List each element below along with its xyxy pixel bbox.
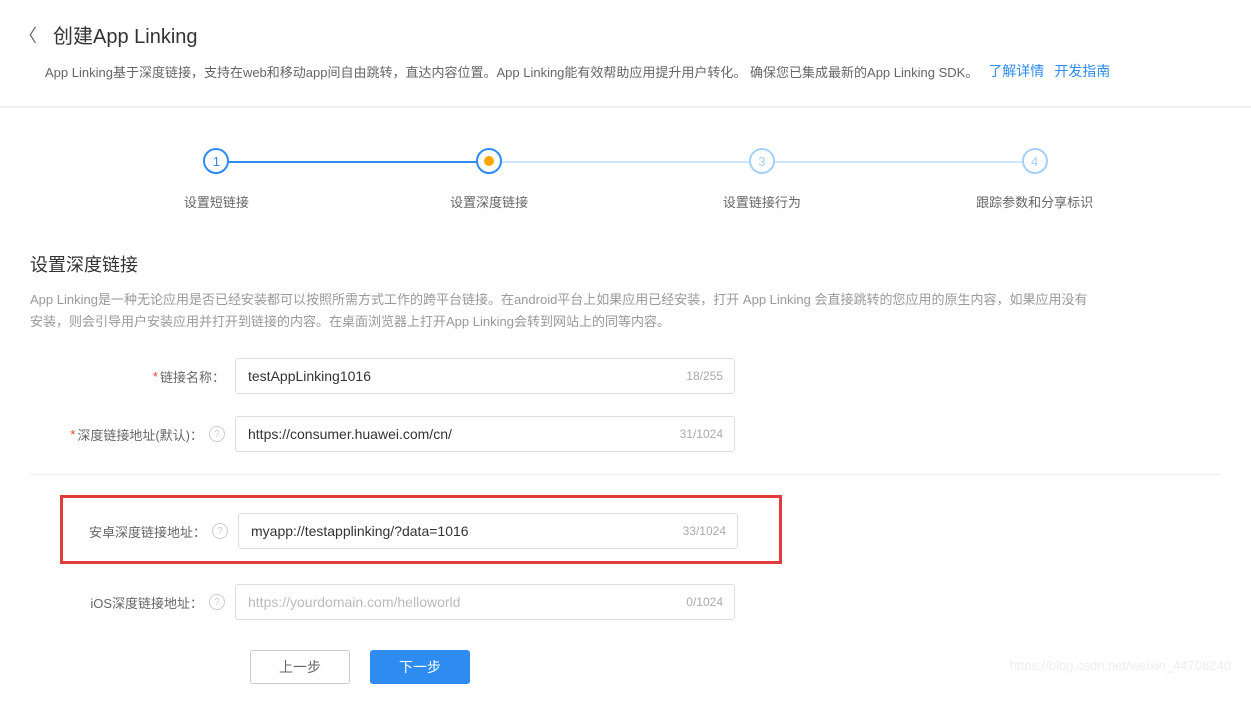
page-title: 创建App Linking xyxy=(53,20,198,49)
help-icon[interactable]: ? xyxy=(212,523,228,539)
link-name-label: 链接名称： xyxy=(160,367,225,386)
form-row-deep-link: * 深度链接地址(默认)： ? 31/1024 xyxy=(30,416,1221,452)
step-2-circle: 2 xyxy=(476,148,502,174)
step-indicator: 1 设置短链接 2 设置深度链接 3 设置链接行为 4 跟踪参数和分享标识 xyxy=(80,148,1171,211)
deep-link-count: 31/1024 xyxy=(680,427,723,441)
deep-link-label: 深度链接地址(默认)： xyxy=(77,425,203,444)
next-button[interactable]: 下一步 xyxy=(370,650,470,684)
required-icon: * xyxy=(153,369,158,384)
step-3-circle: 3 xyxy=(749,148,775,174)
step-1: 1 设置短链接 xyxy=(80,148,353,211)
divider xyxy=(30,474,1221,475)
step-4: 4 跟踪参数和分享标识 xyxy=(898,148,1171,211)
help-icon[interactable]: ? xyxy=(209,594,225,610)
highlight-box: 安卓深度链接地址： ? 33/1024 xyxy=(60,495,782,564)
form-row-link-name: * 链接名称： 18/255 xyxy=(30,358,1221,394)
ios-link-input[interactable] xyxy=(235,584,735,620)
step-1-label: 设置短链接 xyxy=(184,192,249,211)
android-link-label: 安卓深度链接地址： xyxy=(89,522,206,541)
section-description: App Linking是一种无论应用是否已经安装都可以按照所需方式工作的跨平台链… xyxy=(30,289,1221,333)
required-icon: * xyxy=(70,427,75,442)
link-name-input[interactable] xyxy=(235,358,735,394)
help-icon[interactable]: ? xyxy=(209,426,225,442)
section-title: 设置深度链接 xyxy=(30,251,1221,277)
step-2-label: 设置深度链接 xyxy=(450,192,528,211)
dev-guide-link[interactable]: 开发指南 xyxy=(1054,61,1110,81)
step-4-circle: 4 xyxy=(1022,148,1048,174)
step-1-circle: 1 xyxy=(203,148,229,174)
link-name-count: 18/255 xyxy=(686,369,723,383)
deep-link-input[interactable] xyxy=(235,416,735,452)
learn-more-link[interactable]: 了解详情 xyxy=(988,61,1044,81)
android-link-count: 33/1024 xyxy=(683,524,726,538)
ios-link-count: 0/1024 xyxy=(686,595,723,609)
step-3: 3 设置链接行为 xyxy=(626,148,899,211)
ios-link-label: iOS深度链接地址： xyxy=(90,593,203,612)
page-description: App Linking基于深度链接，支持在web和移动app间自由跳转，直达内容… xyxy=(45,62,978,81)
prev-button[interactable]: 上一步 xyxy=(250,650,350,684)
step-3-label: 设置链接行为 xyxy=(723,192,801,211)
step-2: 2 设置深度链接 xyxy=(353,148,626,211)
form-row-ios-link: iOS深度链接地址： ? 0/1024 xyxy=(30,584,1221,620)
back-icon[interactable]: 〈 xyxy=(15,22,41,48)
form-row-android-link: 安卓深度链接地址： ? 33/1024 xyxy=(33,513,779,549)
android-link-input[interactable] xyxy=(238,513,738,549)
step-4-label: 跟踪参数和分享标识 xyxy=(976,192,1093,211)
